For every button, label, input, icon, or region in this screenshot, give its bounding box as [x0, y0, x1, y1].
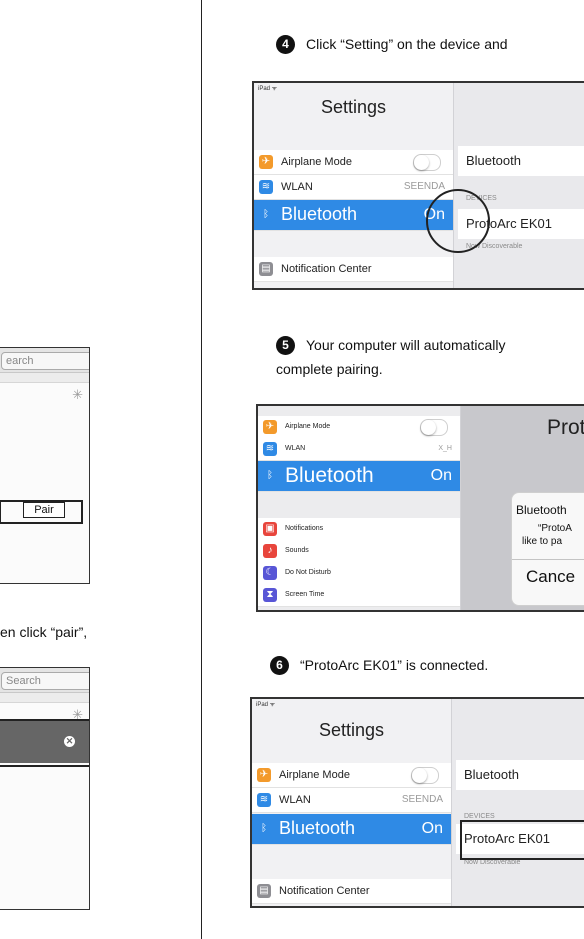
- pairing-right-pane: Prot Bluetooth “ProtoA like to pa Cance: [461, 406, 584, 610]
- row-value: SEENDA: [403, 181, 445, 192]
- settings-left-pane: ✈ Airplane Mode ≋ WLAN X_H ᛒ Bluetooth O…: [258, 406, 461, 610]
- airplane-icon: ✈: [259, 155, 273, 169]
- row-label: Bluetooth: [285, 464, 374, 487]
- step-5-badge: 5: [276, 336, 295, 355]
- row-sounds[interactable]: ♪ Sounds: [258, 540, 460, 563]
- row-label: Airplane Mode: [279, 769, 350, 781]
- airplane-icon: ✈: [257, 768, 271, 782]
- dialog-title: Bluetooth: [516, 503, 567, 517]
- mac-bluetooth-window-1: earch ✳ Pair: [0, 347, 90, 584]
- window-toolbar: Search: [0, 668, 89, 693]
- search-input[interactable]: earch: [1, 352, 89, 370]
- row-wlan[interactable]: ≋ WLAN SEENDA: [254, 175, 453, 200]
- row-label: Notification Center: [281, 263, 372, 275]
- row-value: X_H: [438, 445, 452, 452]
- row-notifications[interactable]: ▣ Notifications: [258, 518, 460, 541]
- row-label: Do Not Disturb: [285, 569, 331, 576]
- settings-title: Settings: [318, 720, 385, 740]
- row-label: Bluetooth: [281, 204, 358, 224]
- row-label: Sounds: [285, 547, 309, 554]
- hourglass-icon: ⧗: [263, 588, 277, 602]
- notification-center-icon: ▤: [259, 262, 273, 276]
- settings-right-pane: Bluetooth DEVICES ProtoArc EK01 Now Disc…: [452, 699, 584, 906]
- wifi-icon: ≋: [263, 442, 277, 456]
- step-6-badge: 6: [270, 656, 289, 675]
- row-notification-center[interactable]: ▤ Notification Center: [252, 879, 451, 904]
- connected-device-highlight-box: [460, 820, 584, 860]
- row-label: WLAN: [281, 181, 313, 193]
- settings-left-pane: iPad ᯤ Settings ✈ Airplane Mode ≋ WLAN S…: [252, 699, 452, 906]
- status-bar: iPad ᯤ: [256, 702, 276, 708]
- step-5-text-line2: complete pairing.: [276, 361, 383, 377]
- row-bluetooth[interactable]: ᛒ Bluetooth On: [258, 461, 460, 492]
- search-input[interactable]: Search: [1, 672, 89, 690]
- dialog-divider: [512, 559, 584, 560]
- wifi-icon: ≋: [259, 180, 273, 194]
- loading-spinner-icon: ✳: [72, 387, 83, 402]
- row-notification-center[interactable]: ▤ Notification Center: [254, 257, 453, 282]
- discoverable-note: Now Discoverable: [464, 859, 521, 866]
- row-screen-time[interactable]: ⧗ Screen Time: [258, 584, 460, 607]
- settings-right-pane: Bluetooth DEVICES ProtoArc EK01 Now Disc…: [454, 83, 584, 288]
- device-list: ✳ Pair: [0, 382, 89, 583]
- sounds-icon: ♪: [263, 544, 277, 558]
- ipad-settings-screen-1: iPad ᯤ Settings ✈ Airplane Mode ≋ WLAN S…: [252, 81, 584, 290]
- row-label: Notification Center: [279, 885, 370, 897]
- ipad-pairing-screen: ✈ Airplane Mode ≋ WLAN X_H ᛒ Bluetooth O…: [256, 404, 584, 612]
- row-label: Notifications: [285, 525, 324, 532]
- row-do-not-disturb[interactable]: ☾ Do Not Disturb: [258, 562, 460, 585]
- ipad-settings-screen-2: iPad ᯤ Settings ✈ Airplane Mode ≋ WLAN S…: [250, 697, 584, 908]
- instruction-fragment: en click “pair”,: [0, 624, 88, 640]
- step-4-badge: 4: [276, 35, 295, 54]
- step-6-text: “ProtoArc EK01” is connected.: [300, 657, 489, 673]
- row-label: WLAN: [279, 794, 311, 806]
- row-airplane-mode[interactable]: ✈ Airplane Mode: [258, 416, 460, 439]
- bluetooth-icon: ᛒ: [259, 208, 273, 222]
- settings-left-pane: iPad ᯤ Settings ✈ Airplane Mode ≋ WLAN S…: [254, 83, 454, 288]
- row-bluetooth[interactable]: ᛒ Bluetooth On: [254, 200, 453, 231]
- row-label: WLAN: [285, 445, 306, 452]
- wifi-icon: ≋: [257, 793, 271, 807]
- row-airplane-mode[interactable]: ✈ Airplane Mode: [254, 150, 453, 175]
- device-page-title: Prot: [547, 416, 584, 439]
- device-highlight-box: [0, 719, 89, 767]
- airplane-icon: ✈: [263, 420, 277, 434]
- row-wlan[interactable]: ≋ WLAN X_H: [258, 438, 460, 461]
- row-label: Airplane Mode: [285, 423, 331, 430]
- row-value: SEENDA: [401, 794, 443, 805]
- bluetooth-toggle-row[interactable]: Bluetooth: [456, 760, 584, 790]
- devices-header: DEVICES: [464, 813, 495, 820]
- notification-center-icon: ▤: [257, 884, 271, 898]
- dialog-message-line2: like to pa: [522, 536, 563, 547]
- settings-title: Settings: [320, 97, 387, 117]
- row-label: Airplane Mode: [281, 156, 352, 168]
- status-bar: iPad ᯤ: [258, 86, 278, 92]
- step-5-text: Your computer will automatically: [306, 337, 506, 353]
- cancel-button[interactable]: Cance: [526, 567, 575, 587]
- row-value: On: [421, 820, 443, 837]
- bluetooth-toggle-row[interactable]: Bluetooth: [458, 146, 584, 176]
- airplane-toggle[interactable]: [413, 154, 441, 171]
- bluetooth-icon: ᛒ: [263, 469, 277, 483]
- row-value: On: [430, 467, 452, 484]
- mac-bluetooth-window-2: Search ✳ ✕: [0, 667, 90, 910]
- bluetooth-circle-highlight: [426, 189, 490, 253]
- airplane-toggle[interactable]: [411, 767, 439, 784]
- row-label: Bluetooth: [279, 818, 356, 838]
- row-wlan[interactable]: ≋ WLAN SEENDA: [252, 788, 451, 813]
- row-bluetooth[interactable]: ᛒ Bluetooth On: [252, 814, 451, 845]
- step-4-text: Click “Setting” on the device and: [306, 36, 508, 52]
- pairing-request-dialog: Bluetooth “ProtoA like to pa Cance: [511, 492, 584, 606]
- bluetooth-icon: ᛒ: [257, 822, 271, 836]
- row-airplane-mode[interactable]: ✈ Airplane Mode: [252, 763, 451, 788]
- moon-icon: ☾: [263, 566, 277, 580]
- column-divider: [201, 0, 202, 939]
- window-toolbar: earch: [0, 348, 89, 373]
- pair-highlight-box: [0, 500, 83, 524]
- airplane-toggle[interactable]: [420, 419, 448, 436]
- notifications-icon: ▣: [263, 522, 277, 536]
- dialog-message-line1: “ProtoA: [538, 523, 572, 534]
- row-label: Screen Time: [285, 591, 325, 598]
